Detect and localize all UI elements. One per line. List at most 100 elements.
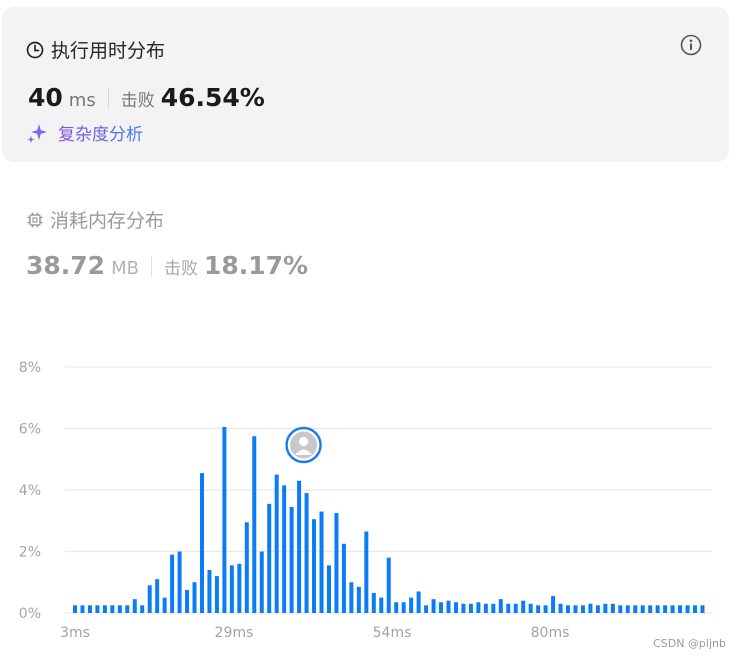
bar[interactable]	[319, 511, 324, 613]
bar[interactable]	[610, 603, 615, 613]
bar[interactable]	[566, 605, 571, 613]
sparkle-icon	[27, 123, 47, 143]
bar[interactable]	[640, 605, 645, 613]
bar[interactable]	[431, 599, 436, 613]
memory-title-row: 消耗内存分布	[26, 206, 164, 233]
bar[interactable]	[446, 600, 451, 613]
bar[interactable]	[80, 605, 85, 613]
bar[interactable]	[252, 436, 257, 613]
bar[interactable]	[267, 503, 272, 613]
bar[interactable]	[498, 599, 503, 613]
bar[interactable]	[349, 582, 354, 613]
info-icon[interactable]	[680, 34, 702, 60]
bar[interactable]	[491, 603, 496, 613]
bar[interactable]	[274, 474, 279, 613]
bar[interactable]	[506, 603, 511, 613]
bar[interactable]	[371, 593, 376, 613]
bar[interactable]	[334, 513, 339, 613]
memory-title: 消耗内存分布	[50, 210, 165, 232]
bar[interactable]	[663, 605, 668, 613]
bar[interactable]	[386, 557, 391, 613]
bar[interactable]	[341, 543, 346, 613]
bar[interactable]	[364, 531, 369, 613]
bar[interactable]	[207, 569, 212, 613]
bar[interactable]	[401, 602, 406, 613]
bar[interactable]	[513, 603, 518, 613]
bar[interactable]	[580, 605, 585, 613]
bar[interactable]	[595, 605, 600, 613]
bar[interactable]	[229, 565, 234, 613]
runtime-value: 40	[28, 83, 63, 112]
bar[interactable]	[521, 600, 526, 613]
bar[interactable]	[312, 519, 317, 613]
bar[interactable]	[304, 493, 309, 613]
bar[interactable]	[394, 602, 399, 613]
bar[interactable]	[147, 585, 152, 613]
bar[interactable]	[282, 485, 287, 613]
bar[interactable]	[140, 605, 145, 613]
bar[interactable]	[177, 551, 182, 614]
bar[interactable]	[655, 605, 660, 613]
bar[interactable]	[110, 605, 115, 613]
memory-unit: MB	[111, 258, 139, 279]
bar[interactable]	[214, 576, 219, 613]
y-tick-label: 8%	[19, 360, 41, 376]
bar[interactable]	[95, 605, 100, 613]
bar[interactable]	[87, 605, 92, 613]
runtime-title-row: 执行用时分布	[26, 36, 165, 63]
bar[interactable]	[409, 597, 414, 613]
bar[interactable]	[625, 605, 630, 613]
bar[interactable]	[633, 605, 638, 613]
bar[interactable]	[199, 473, 204, 613]
bar[interactable]	[125, 605, 130, 613]
bar[interactable]	[468, 603, 473, 613]
bar[interactable]	[416, 591, 421, 613]
bar[interactable]	[132, 599, 137, 613]
bar[interactable]	[259, 551, 264, 614]
bar[interactable]	[588, 603, 593, 613]
bar[interactable]	[185, 589, 190, 613]
clock-icon	[26, 41, 44, 58]
bar[interactable]	[536, 605, 541, 613]
bar[interactable]	[603, 603, 608, 613]
bar[interactable]	[244, 522, 249, 613]
bar[interactable]	[648, 605, 653, 613]
bar[interactable]	[693, 605, 698, 613]
bar[interactable]	[162, 597, 167, 613]
bar[interactable]	[424, 605, 429, 613]
complexity-analysis-label: 复杂度分析	[58, 120, 143, 145]
bar[interactable]	[297, 480, 302, 613]
bar[interactable]	[483, 603, 488, 613]
bar[interactable]	[155, 579, 160, 613]
bar[interactable]	[170, 554, 175, 613]
bar[interactable]	[573, 605, 578, 613]
bar[interactable]	[476, 602, 481, 613]
divider	[107, 87, 109, 108]
bar[interactable]	[439, 602, 444, 613]
bar[interactable]	[551, 596, 556, 613]
memory-beat-label: 击败	[163, 259, 198, 279]
bar[interactable]	[237, 563, 242, 613]
runtime-metric: 40 ms 击败 46.54%	[28, 83, 265, 112]
bar[interactable]	[289, 506, 294, 613]
bar[interactable]	[192, 582, 197, 613]
bar[interactable]	[558, 603, 563, 613]
bar[interactable]	[73, 605, 77, 613]
bar[interactable]	[461, 603, 466, 613]
bar[interactable]	[685, 605, 690, 613]
bar[interactable]	[379, 597, 384, 613]
bar[interactable]	[700, 605, 705, 613]
bar[interactable]	[102, 605, 107, 613]
bar[interactable]	[117, 605, 122, 613]
bar[interactable]	[678, 605, 683, 613]
bar[interactable]	[543, 605, 548, 613]
bar[interactable]	[222, 426, 227, 613]
bar[interactable]	[670, 605, 675, 613]
bar[interactable]	[356, 586, 361, 613]
bar[interactable]	[453, 602, 458, 613]
bar[interactable]	[528, 603, 533, 613]
bar[interactable]	[618, 605, 623, 613]
runtime-beat-percent: 46.54%	[160, 83, 265, 112]
bar[interactable]	[326, 565, 331, 613]
complexity-analysis-button[interactable]: 复杂度分析	[26, 120, 143, 145]
